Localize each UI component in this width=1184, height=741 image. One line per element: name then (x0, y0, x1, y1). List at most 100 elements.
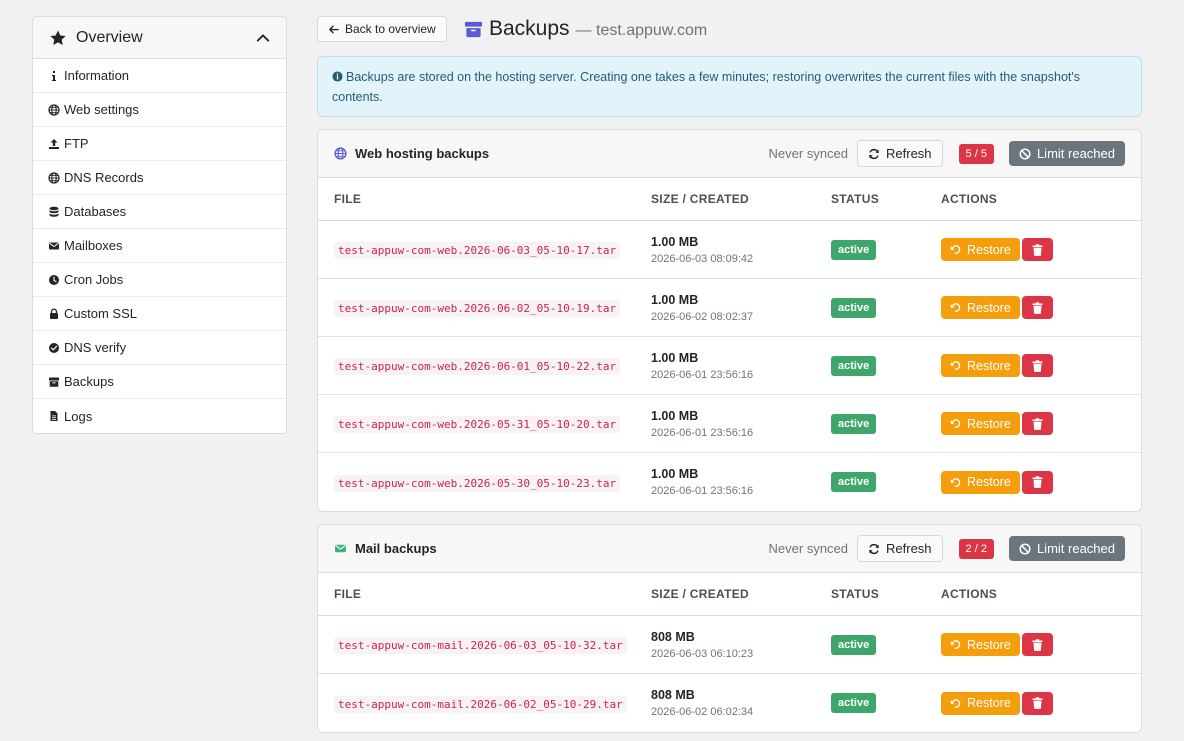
star-icon (50, 30, 66, 45)
web-backups-card: Web hosting backups Never synced Refresh… (317, 129, 1142, 512)
sidebar-item-databases[interactable]: Databases (33, 195, 286, 229)
refresh-button[interactable]: Refresh (857, 535, 943, 562)
sync-status: Never synced (768, 541, 849, 556)
restore-button[interactable]: Restore (941, 296, 1020, 319)
file-name: test-appuw-com-web.2026-05-31_05-10-20.t… (334, 416, 621, 433)
sidebar-item-information[interactable]: Information (33, 59, 286, 93)
file-size: 1.00 MB (651, 292, 699, 307)
restore-button[interactable]: Restore (941, 470, 1020, 494)
ban-icon (1019, 147, 1031, 160)
mail-backups-card: Mail backups Never synced Refresh 2 / 2 … (317, 524, 1142, 733)
created-at: 2026-06-03 08:09:42 (651, 252, 754, 265)
file-name: test-appuw-com-web.2026-05-30_05-10-23.t… (334, 474, 621, 492)
file-size: 808 MB (651, 629, 695, 644)
check-circle-icon (47, 341, 60, 354)
table-row: test-appuw-com-web.2026-06-01_05-10-22.t… (318, 337, 1141, 395)
restore-button[interactable]: Restore (941, 412, 1020, 435)
delete-button[interactable] (1021, 296, 1053, 319)
sidebar-item-label: FTP (64, 136, 89, 151)
database-icon (47, 205, 60, 218)
sidebar-item-label: Logs (64, 408, 93, 424)
table-row: test-appuw-com-web.2026-05-31_05-10-20.t… (318, 395, 1141, 453)
archive-icon (464, 21, 483, 37)
sidebar: Overview Information Web settings FTP DN… (32, 16, 287, 434)
status-badge: active (831, 297, 877, 318)
envelope-icon (335, 544, 346, 553)
column-size: SIZE / CREATED (651, 192, 749, 206)
limit-label: Limit reached (1036, 146, 1115, 161)
ban-icon (1019, 542, 1031, 555)
sidebar-item-label: Backups (64, 374, 114, 389)
delete-button[interactable] (1021, 470, 1053, 494)
undo-icon (950, 640, 961, 649)
globe-icon (47, 103, 60, 116)
sidebar-item-dns-records[interactable]: DNS Records (33, 161, 286, 195)
sidebar-item-logs[interactable]: Logs (33, 399, 286, 433)
restore-label: Restore (967, 416, 1011, 431)
undo-icon (950, 361, 961, 370)
sidebar-item-mailboxes[interactable]: Mailboxes (33, 229, 286, 263)
sidebar-item-ftp[interactable]: FTP (33, 127, 286, 161)
column-actions: ACTIONS (941, 192, 998, 206)
undo-icon (950, 698, 961, 708)
sidebar-item-cron-jobs[interactable]: Cron Jobs (33, 263, 286, 297)
table-row: test-appuw-com-web.2026-06-02_05-10-19.t… (318, 279, 1141, 337)
restore-label: Restore (967, 242, 1011, 257)
card-title: Mail backups (355, 541, 437, 556)
refresh-label: Refresh (886, 541, 932, 556)
sidebar-item-custom-ssl[interactable]: Custom SSL (33, 297, 286, 331)
file-name: test-appuw-com-mail.2026-06-03_05-10-32.… (334, 637, 627, 654)
column-file: FILE (334, 587, 362, 601)
undo-icon (950, 303, 961, 312)
file-name: test-appuw-com-web.2026-06-01_05-10-22.t… (334, 358, 621, 375)
sidebar-item-backups[interactable]: Backups (33, 365, 286, 399)
created-at: 2026-06-02 06:02:34 (651, 706, 754, 718)
delete-button[interactable] (1021, 412, 1053, 435)
file-icon (47, 410, 60, 423)
column-size: SIZE / CREATED (651, 587, 749, 601)
restore-button[interactable]: Restore (941, 238, 1020, 261)
sync-status: Never synced (768, 146, 849, 161)
delete-button[interactable] (1021, 633, 1053, 656)
globe-icon (47, 171, 60, 184)
limit-badge: Limit reached (1008, 141, 1125, 166)
created-at: 2026-06-01 23:56:16 (651, 485, 754, 497)
chevron-up-icon[interactable] (256, 31, 270, 45)
envelope-icon (47, 239, 60, 252)
clock-icon (47, 273, 60, 286)
file-name: test-appuw-com-mail.2026-06-02_05-10-29.… (334, 695, 627, 713)
page-title: Backups — test.appuw.com (464, 16, 707, 42)
restore-label: Restore (967, 358, 1011, 373)
undo-icon (950, 419, 961, 428)
file-size: 808 MB (651, 688, 695, 702)
page-title-text: Backups (489, 17, 570, 40)
restore-button[interactable]: Restore (941, 633, 1020, 656)
sidebar-item-dns-verify[interactable]: DNS verify (33, 331, 286, 365)
sidebar-header[interactable]: Overview (33, 17, 286, 59)
sidebar-item-label: Custom SSL (64, 306, 137, 321)
card-header: Web hosting backups Never synced Refresh… (318, 130, 1141, 178)
sidebar-item-web-settings[interactable]: Web settings (33, 93, 286, 127)
created-at: 2026-06-01 23:56:16 (651, 426, 754, 439)
column-file: FILE (334, 192, 362, 206)
sidebar-item-label: Cron Jobs (64, 272, 124, 287)
sidebar-title: Overview (76, 28, 143, 46)
back-button-label: Back to overview (345, 22, 436, 36)
refresh-icon (869, 543, 879, 554)
file-size: 1.00 MB (651, 467, 699, 481)
refresh-button[interactable]: Refresh (857, 140, 943, 167)
file-size: 1.00 MB (651, 234, 699, 249)
restore-button[interactable]: Restore (941, 354, 1020, 377)
archive-icon (47, 375, 60, 388)
card-title: Web hosting backups (355, 146, 490, 161)
back-to-overview-button[interactable]: Back to overview (317, 16, 447, 42)
delete-button[interactable] (1021, 354, 1053, 377)
restore-button[interactable]: Restore (941, 691, 1020, 715)
file-name: test-appuw-com-web.2026-06-03_05-10-17.t… (334, 242, 621, 259)
delete-button[interactable] (1021, 238, 1053, 261)
status-badge: active (831, 472, 877, 492)
delete-button[interactable] (1021, 691, 1053, 715)
info-icon (47, 69, 60, 82)
table-row: test-appuw-com-web.2026-06-03_05-10-17.t… (318, 221, 1141, 279)
file-size: 1.00 MB (651, 350, 699, 365)
